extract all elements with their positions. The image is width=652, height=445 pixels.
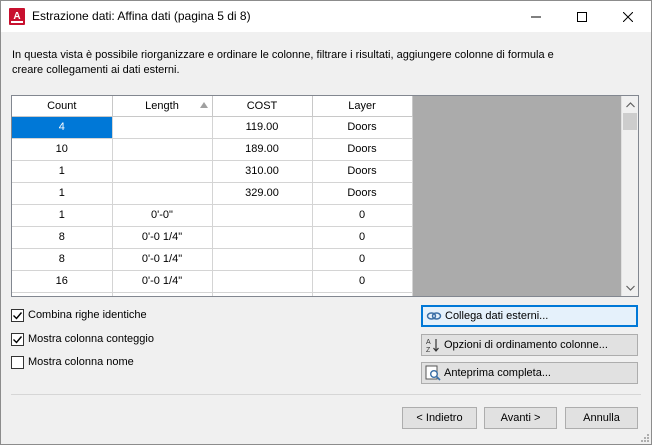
column-header-length[interactable]: Length xyxy=(112,96,213,117)
scroll-down-button[interactable] xyxy=(622,279,638,296)
table-cell[interactable]: 0 xyxy=(312,270,413,293)
table-cell[interactable]: Doors xyxy=(312,116,413,139)
button-label: Anteprima completa... xyxy=(444,367,551,379)
table-cell[interactable] xyxy=(212,204,313,227)
checkmark-icon xyxy=(13,335,23,344)
minimize-button[interactable] xyxy=(513,1,559,32)
table-cell[interactable] xyxy=(212,270,313,293)
column-header-layer[interactable]: Layer xyxy=(312,96,413,117)
sort-options-button[interactable]: A Z Opzioni di ordinamento colonne... xyxy=(421,334,638,356)
sort-az-icon: A Z xyxy=(426,339,439,353)
show-name-column-checkbox[interactable]: Mostra colonna nome xyxy=(11,354,134,370)
maximize-icon xyxy=(577,11,587,22)
scroll-up-button[interactable] xyxy=(622,96,638,113)
checkbox-label: Mostra colonna nome xyxy=(28,356,134,368)
svg-text:Z: Z xyxy=(426,347,431,353)
table-cell[interactable] xyxy=(212,226,313,249)
svg-text:A: A xyxy=(13,11,20,22)
table-row[interactable]: 8 0'-0 1/4" 0 xyxy=(12,226,413,249)
table-cell[interactable] xyxy=(112,116,213,139)
table-cell[interactable] xyxy=(12,292,113,296)
table-cell[interactable]: Doors xyxy=(312,138,413,161)
footer-divider xyxy=(11,394,641,395)
table-cell[interactable]: 16 xyxy=(12,270,113,293)
close-button[interactable] xyxy=(605,1,651,32)
full-preview-button[interactable]: Anteprima completa... xyxy=(421,362,638,384)
table-row[interactable]: 1 329.00 Doors xyxy=(12,182,413,205)
table-cell[interactable]: 1 xyxy=(12,204,113,227)
table-cell[interactable]: 119.00 xyxy=(212,116,313,139)
combine-rows-checkbox[interactable]: Combina righe identiche xyxy=(11,307,147,323)
close-icon xyxy=(623,11,633,22)
cancel-button[interactable]: Annulla xyxy=(565,407,638,429)
table-cell[interactable] xyxy=(212,292,313,296)
table-cell[interactable]: 10 xyxy=(12,138,113,161)
next-button[interactable]: Avanti > xyxy=(484,407,557,429)
button-label: Collega dati esterni... xyxy=(445,310,549,322)
back-button[interactable]: < Indietro xyxy=(402,407,477,429)
table-cell[interactable]: 8 xyxy=(12,248,113,271)
table-cell[interactable]: 1 xyxy=(12,182,113,205)
table-cell[interactable]: 4 xyxy=(12,116,113,139)
data-grid[interactable]: Count Length COST Layer 4 119.00 Doors 1… xyxy=(11,95,639,297)
checkbox-box xyxy=(11,308,24,322)
scroll-thumb[interactable] xyxy=(623,113,637,130)
data-table: Count Length COST Layer 4 119.00 Doors 1… xyxy=(12,96,413,296)
svg-text:A: A xyxy=(426,339,431,346)
checkbox-box xyxy=(11,332,24,346)
table-cell[interactable]: 189.00 xyxy=(212,138,313,161)
table-row[interactable] xyxy=(12,292,413,296)
table-cell[interactable]: 0 xyxy=(312,248,413,271)
checkmark-icon xyxy=(13,311,23,320)
show-count-column-checkbox[interactable]: Mostra colonna conteggio xyxy=(11,331,154,347)
table-cell[interactable]: Doors xyxy=(312,182,413,205)
minimize-icon xyxy=(531,16,541,17)
checkbox-label: Combina righe identiche xyxy=(28,309,147,321)
table-row[interactable]: 1 0'-0" 0 xyxy=(12,204,413,227)
table-cell[interactable]: 0'-0" xyxy=(112,204,213,227)
preview-icon xyxy=(425,365,441,381)
table-row[interactable]: 8 0'-0 1/4" 0 xyxy=(12,248,413,271)
chevron-down-icon xyxy=(625,285,635,291)
autocad-app-icon: A xyxy=(9,8,25,25)
table-cell[interactable]: Doors xyxy=(312,160,413,183)
table-row[interactable]: 16 0'-0 1/4" 0 xyxy=(12,270,413,293)
column-header-label: Length xyxy=(145,99,179,112)
dialog-window: A Estrazione dati: Affina dati (pagina 5… xyxy=(0,0,652,445)
resize-grip-icon[interactable] xyxy=(638,431,650,443)
table-cell[interactable] xyxy=(112,292,213,296)
table-cell[interactable]: 0 xyxy=(312,204,413,227)
table-row[interactable]: 10 189.00 Doors xyxy=(12,138,413,161)
table-cell[interactable] xyxy=(112,160,213,183)
maximize-button[interactable] xyxy=(559,1,605,32)
checkbox-box xyxy=(11,355,24,369)
table-cell[interactable]: 0 xyxy=(312,226,413,249)
table-cell[interactable]: 1 xyxy=(12,160,113,183)
table-cell[interactable]: 8 xyxy=(12,226,113,249)
chevron-up-icon xyxy=(625,101,635,107)
vertical-scrollbar[interactable] xyxy=(621,96,638,296)
table-cell[interactable]: 0'-0 1/4" xyxy=(112,248,213,271)
page-description: In questa vista è possibile riorganizzar… xyxy=(12,49,554,76)
sort-ascending-icon xyxy=(199,102,208,108)
title-bar[interactable]: A Estrazione dati: Affina dati (pagina 5… xyxy=(1,1,651,32)
button-label: Opzioni di ordinamento colonne... xyxy=(444,339,608,351)
link-external-data-button[interactable]: Collega dati esterni... xyxy=(421,305,638,327)
window-title: Estrazione dati: Affina dati (pagina 5 d… xyxy=(32,9,251,23)
table-cell[interactable] xyxy=(112,182,213,205)
column-header-cost[interactable]: COST xyxy=(212,96,313,117)
table-row[interactable]: 1 310.00 Doors xyxy=(12,160,413,183)
table-cell[interactable] xyxy=(112,138,213,161)
table-cell[interactable]: 329.00 xyxy=(212,182,313,205)
column-header-count[interactable]: Count xyxy=(12,96,113,117)
table-cell[interactable]: 0'-0 1/4" xyxy=(112,270,213,293)
link-icon xyxy=(426,312,442,320)
checkbox-label: Mostra colonna conteggio xyxy=(28,333,154,345)
table-cell[interactable] xyxy=(212,248,313,271)
table-cell[interactable]: 0'-0 1/4" xyxy=(112,226,213,249)
table-cell[interactable] xyxy=(312,292,413,296)
table-row[interactable]: 4 119.00 Doors xyxy=(12,116,413,139)
table-cell[interactable]: 310.00 xyxy=(212,160,313,183)
